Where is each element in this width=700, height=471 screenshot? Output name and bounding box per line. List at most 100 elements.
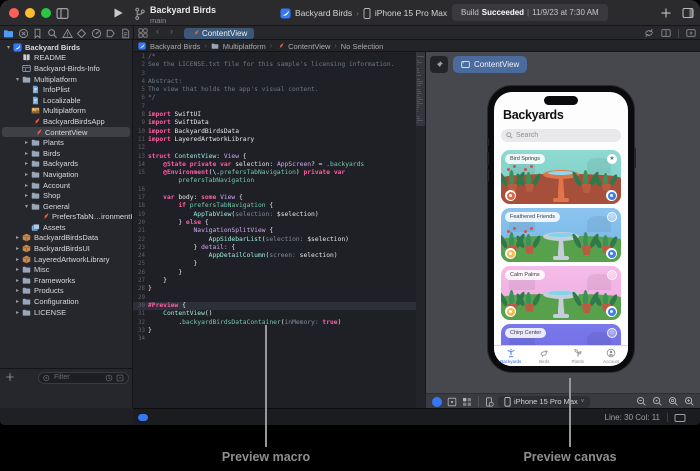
sidebar-item-plants[interactable]: ▸ Plants: [0, 137, 132, 148]
related-items-icon[interactable]: [138, 28, 148, 38]
code-line[interactable]: 2 See the LICENSE.txt file for this sampl…: [133, 61, 425, 69]
sidebar-item-navigation[interactable]: ▸ Navigation: [0, 169, 132, 180]
code-line[interactable]: 16: [133, 186, 425, 194]
code-line[interactable]: 32 . backyardBirdsDataContainer(inMemory:…: [133, 319, 425, 327]
tests-icon[interactable]: [76, 28, 87, 39]
bookmarks-icon[interactable]: [32, 28, 43, 39]
code-line[interactable]: 27 }: [133, 277, 425, 285]
code-line[interactable]: 10 import BackyardBirdsData: [133, 128, 425, 136]
disclosure-chevron-icon[interactable]: ▸: [22, 192, 31, 199]
code-line[interactable]: 33}: [133, 327, 425, 335]
activity-view[interactable]: Build Succeeded | 11/9/23 at 7:30 AM: [452, 4, 608, 21]
code-line[interactable]: 31 ContentView(): [133, 310, 425, 318]
reports-icon[interactable]: [120, 28, 131, 39]
device-settings-icon[interactable]: [484, 396, 494, 407]
code-line[interactable]: 7: [133, 103, 425, 111]
disclosure-chevron-icon[interactable]: ▾: [22, 203, 31, 210]
library-plus-icon[interactable]: [660, 7, 672, 19]
find-icon[interactable]: [47, 28, 58, 39]
sidebar-item-backyardbirdsapp[interactable]: BackyardBirdsApp: [0, 116, 132, 127]
adjust-editor-icon[interactable]: [644, 28, 654, 38]
sidebar-item-birds[interactable]: ▸ Birds: [0, 148, 132, 159]
go-forward-icon[interactable]: ›: [170, 26, 173, 36]
tab-contentview[interactable]: ContentView: [184, 27, 255, 39]
sidebar-item-layeredartworklibrary[interactable]: ▸ LayeredArtworkLibrary: [0, 254, 132, 265]
code-line[interactable]: 1/*: [133, 53, 425, 61]
disclosure-chevron-icon[interactable]: ▸: [13, 234, 22, 241]
code-line[interactable]: 12: [133, 144, 425, 152]
code-line[interactable]: 5 The view that holds the app's visual co…: [133, 86, 425, 94]
breakpoints-icon[interactable]: [105, 28, 116, 39]
go-back-icon[interactable]: ‹: [156, 26, 159, 36]
code-line[interactable]: 23 } detail: {: [133, 244, 425, 252]
backyard-card-bird-springs[interactable]: Bird Springs ★: [501, 150, 621, 204]
sidebar-item-shop[interactable]: ▸ Shop: [0, 190, 132, 201]
filter-input[interactable]: Filter: [38, 371, 129, 384]
app-tab-account[interactable]: Account: [595, 346, 629, 366]
code-line[interactable]: 21 NavigationSplitView {: [133, 227, 425, 235]
selectable-mode-icon[interactable]: [447, 397, 457, 407]
favorite-star-button[interactable]: ☆: [607, 212, 617, 222]
sidebar-item-localizable[interactable]: Localizable: [0, 95, 132, 106]
app-screen[interactable]: Bird Springs ★ Feathered Friends ☆ Calm Palm…: [494, 92, 628, 366]
breadcrumb-item[interactable]: No Selection: [341, 42, 384, 51]
disclosure-chevron-icon[interactable]: ▾: [4, 44, 13, 51]
disclosure-chevron-icon[interactable]: ▸: [13, 287, 22, 294]
sidebar-item-backyard-birds-info[interactable]: Backyard-Birds-Info: [0, 63, 132, 74]
code-line[interactable]: 13 struct ContentView: View {: [133, 153, 425, 161]
code-line[interactable]: 14 @State private var selection: AppScre…: [133, 161, 425, 169]
code-line[interactable]: 24 AppDetailColumn(screen: selection): [133, 252, 425, 260]
zoom-window-button[interactable]: [41, 8, 51, 18]
sidebar-item-readme[interactable]: README: [0, 53, 132, 64]
source-control-icon[interactable]: [18, 28, 29, 39]
sidebar-item-backyard-birds[interactable]: ▾ Backyard Birds: [0, 42, 132, 53]
backyard-card-calm-palms[interactable]: Calm Palms ☆: [501, 266, 621, 320]
code-line[interactable]: 11 import LayeredArtworkLibrary: [133, 136, 425, 144]
code-line[interactable]: 22 AppSidebarList(selection: $selection): [133, 236, 425, 244]
preview-pin-button[interactable]: [430, 56, 448, 73]
debug-icon[interactable]: [91, 28, 102, 39]
sidebar-item-multiplatform[interactable]: Multiplatform: [0, 106, 132, 117]
issues-icon[interactable]: [61, 27, 73, 39]
favorite-star-button[interactable]: ★: [607, 154, 617, 164]
editor-mode-icon[interactable]: [674, 413, 686, 423]
run-button[interactable]: [112, 7, 124, 19]
disclosure-chevron-icon[interactable]: ▸: [13, 245, 22, 252]
code-line[interactable]: 26 }: [133, 269, 425, 277]
breadcrumb-item[interactable]: Backyard Birds: [150, 42, 200, 51]
sidebar-item-assets[interactable]: Assets: [0, 222, 132, 233]
scheme-selector[interactable]: Backyard Birds › iPhone 15 Pro Max: [280, 6, 447, 20]
breadcrumb-item[interactable]: Multiplatform: [223, 42, 266, 51]
disclosure-chevron-icon[interactable]: ▸: [22, 150, 31, 157]
breadcrumb[interactable]: Backyard Birds › Multiplatform › ContentView…: [138, 40, 383, 52]
backyard-card-feathered-friends[interactable]: Feathered Friends ☆: [501, 208, 621, 262]
sidebar-item-preferstabn-ironmentkey[interactable]: PrefersTabN…ironmentKey: [0, 212, 132, 223]
sidebar-item-multiplatform[interactable]: ▾ Multiplatform: [0, 74, 132, 85]
disclosure-chevron-icon[interactable]: ▸: [13, 266, 22, 273]
close-window-button[interactable]: [9, 8, 19, 18]
code-line[interactable]: 19 AppTabView(selection: $selection): [133, 211, 425, 219]
zoom-actual-size-icon[interactable]: [652, 396, 663, 407]
source-control-filter-icon[interactable]: [116, 374, 124, 382]
preview-target-pill[interactable]: ContentView: [453, 56, 528, 73]
sidebar-item-account[interactable]: ▸ Account: [0, 180, 132, 191]
add-file-icon[interactable]: [5, 372, 15, 382]
sidebar-item-frameworks[interactable]: ▸ Frameworks: [0, 275, 132, 286]
disclosure-chevron-icon[interactable]: ▸: [22, 139, 31, 146]
sidebar-item-backyards[interactable]: ▸ Backyards: [0, 159, 132, 170]
project-navigator-icon[interactable]: [3, 28, 14, 39]
minimize-window-button[interactable]: [25, 8, 35, 18]
sidebar-item-configuration[interactable]: ▸ Configuration: [0, 296, 132, 307]
code-line[interactable]: 15 @Environment (\. prefersTabNavigation) …: [133, 169, 425, 177]
zoom-out-icon[interactable]: [636, 396, 647, 407]
sidebar-item-misc[interactable]: ▸ Misc: [0, 264, 132, 275]
minimap[interactable]: [416, 52, 425, 408]
app-tab-plants[interactable]: Plants: [561, 346, 595, 366]
toggle-sidebar-icon[interactable]: [56, 7, 69, 19]
disclosure-chevron-icon[interactable]: ▸: [13, 298, 22, 305]
zoom-fit-icon[interactable]: [668, 396, 679, 407]
disclosure-chevron-icon[interactable]: ▸: [13, 256, 22, 263]
code-line[interactable]: 4 Abstract:: [133, 78, 425, 86]
sidebar-item-products[interactable]: ▸ Products: [0, 286, 132, 297]
code-line[interactable]: 25 }: [133, 260, 425, 268]
